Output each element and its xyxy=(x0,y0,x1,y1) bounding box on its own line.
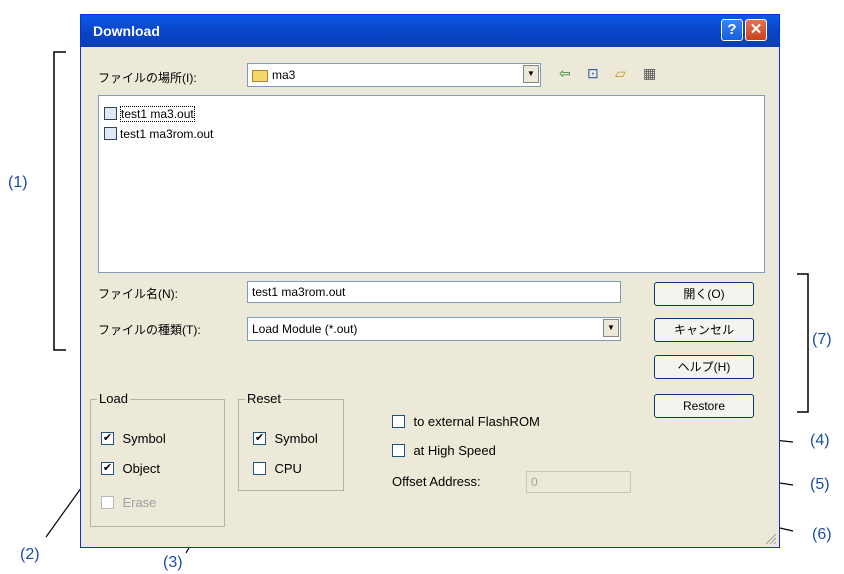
reset-cpu-label: CPU xyxy=(274,461,302,476)
checkbox-unchecked-icon[interactable] xyxy=(101,496,114,510)
highspeed-label: at High Speed xyxy=(413,443,496,458)
checkbox-checked-icon[interactable]: ✔ xyxy=(101,462,114,476)
filetype-label: ファイルの種類(T): xyxy=(98,323,201,337)
location-label: ファイルの場所(I): xyxy=(98,71,197,85)
load-group-title: Load xyxy=(97,391,130,406)
filename-label: ファイル名(N): xyxy=(98,287,178,301)
cancel-button[interactable]: キャンセル xyxy=(654,318,754,342)
file-icon xyxy=(104,127,117,141)
location-dropdown[interactable]: ma3 ▼ xyxy=(247,63,541,87)
annotation-4: (4) xyxy=(810,432,830,449)
load-symbol-checkbox[interactable]: ✔ Symbol xyxy=(101,430,166,448)
reset-group-title: Reset xyxy=(245,391,283,406)
file-name: test1 ma3rom.out xyxy=(120,127,214,141)
offset-address-label: Offset Address: xyxy=(392,474,481,489)
filetype-value: Load Module (*.out) xyxy=(252,322,358,336)
flashrom-checkbox[interactable]: to external FlashROM xyxy=(392,413,540,431)
annotation-1: (1) xyxy=(8,174,28,191)
highspeed-checkbox[interactable]: at High Speed xyxy=(392,442,496,460)
folder-icon xyxy=(252,69,268,82)
download-dialog: Download ? ✕ ファイルの場所(I): ma3 ▼ ⇦ ⊡ ▱ ▦ t… xyxy=(80,14,780,548)
flashrom-label: to external FlashROM xyxy=(413,414,540,429)
filetype-dropdown[interactable]: Load Module (*.out) ▼ xyxy=(247,317,621,341)
help-title-button[interactable]: ? xyxy=(721,19,743,41)
load-object-label: Object xyxy=(122,461,161,476)
load-erase-label: Erase xyxy=(122,495,157,510)
filename-input[interactable]: test1 ma3rom.out xyxy=(247,281,621,303)
reset-symbol-label: Symbol xyxy=(274,431,318,446)
checkbox-checked-icon[interactable]: ✔ xyxy=(101,432,114,446)
list-item[interactable]: test1 ma3rom.out xyxy=(104,125,213,143)
restore-button[interactable]: Restore xyxy=(654,394,754,418)
window-title: Download xyxy=(93,23,160,39)
chevron-down-icon[interactable]: ▼ xyxy=(603,319,619,337)
close-icon: ✕ xyxy=(749,21,763,38)
new-folder-icon[interactable]: ▱ xyxy=(615,65,626,82)
checkbox-unchecked-icon[interactable] xyxy=(392,444,405,458)
up-folder-icon[interactable]: ⊡ xyxy=(587,65,599,82)
reset-cpu-checkbox[interactable]: CPU xyxy=(253,460,302,478)
load-group: Load ✔ Symbol ✔ Object Erase xyxy=(90,391,225,527)
open-button[interactable]: 開く(O) xyxy=(654,282,754,306)
annotation-6: (6) xyxy=(812,526,832,543)
annotation-3: (3) xyxy=(163,554,183,571)
load-erase-checkbox[interactable]: Erase xyxy=(101,494,156,512)
location-value: ma3 xyxy=(272,68,296,82)
list-item[interactable]: test1 ma3.out xyxy=(104,105,195,123)
chevron-down-icon[interactable]: ▼ xyxy=(523,65,539,83)
reset-group: Reset ✔ Symbol CPU xyxy=(238,391,344,491)
resize-grip-icon[interactable] xyxy=(763,531,777,545)
load-object-checkbox[interactable]: ✔ Object xyxy=(101,460,160,478)
view-menu-icon[interactable]: ▦ xyxy=(643,65,656,82)
load-symbol-label: Symbol xyxy=(122,431,166,446)
reset-symbol-checkbox[interactable]: ✔ Symbol xyxy=(253,430,318,448)
offset-address-input[interactable]: 0 xyxy=(526,471,631,493)
help-button[interactable]: ヘルプ(H) xyxy=(654,355,754,379)
close-button[interactable]: ✕ xyxy=(745,19,767,41)
title-bar[interactable]: Download ? ✕ xyxy=(81,15,779,47)
checkbox-unchecked-icon[interactable] xyxy=(392,415,405,429)
file-list[interactable]: test1 ma3.out test1 ma3rom.out xyxy=(98,95,765,273)
file-name: test1 ma3.out xyxy=(120,106,195,122)
checkbox-unchecked-icon[interactable] xyxy=(253,462,266,476)
checkbox-checked-icon[interactable]: ✔ xyxy=(253,432,266,446)
file-icon xyxy=(104,107,117,121)
annotation-5: (5) xyxy=(810,476,830,493)
annotation-2: (2) xyxy=(20,546,40,563)
question-icon: ? xyxy=(727,21,737,38)
back-icon[interactable]: ⇦ xyxy=(559,65,571,82)
annotation-7: (7) xyxy=(812,331,832,348)
